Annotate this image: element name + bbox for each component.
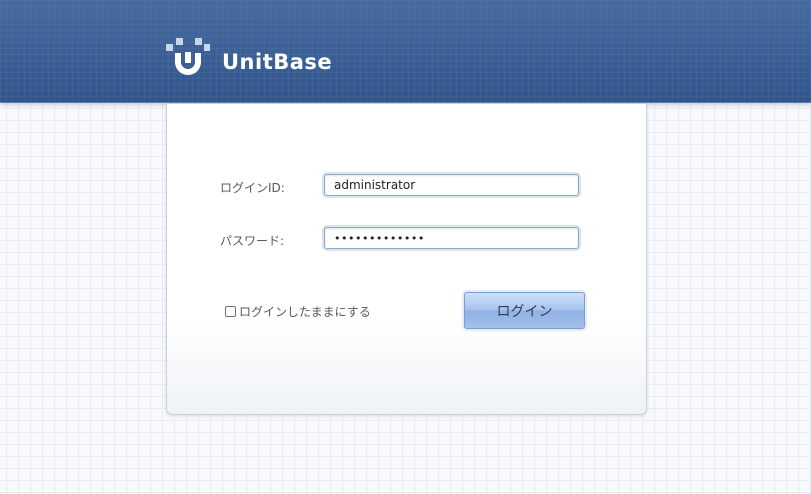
login-button[interactable]: ログイン <box>464 292 585 329</box>
remember-me[interactable]: ログインしたままにする <box>225 303 371 320</box>
brand-name: UnitBase <box>222 50 333 74</box>
header-bar: UnitBase <box>0 0 811 103</box>
logo: UnitBase <box>166 38 332 80</box>
unitbase-logo-icon <box>166 38 210 75</box>
login-id-field[interactable] <box>324 174 579 196</box>
password-field[interactable] <box>324 227 579 249</box>
checkbox-icon[interactable] <box>225 306 236 317</box>
login-id-label: ログインID: <box>220 181 285 195</box>
login-panel: ログインID: パスワード: ログインしたままにする ログイン <box>166 104 647 415</box>
remember-me-label[interactable]: ログインしたままにする <box>239 303 371 320</box>
password-label: パスワード: <box>220 234 285 248</box>
